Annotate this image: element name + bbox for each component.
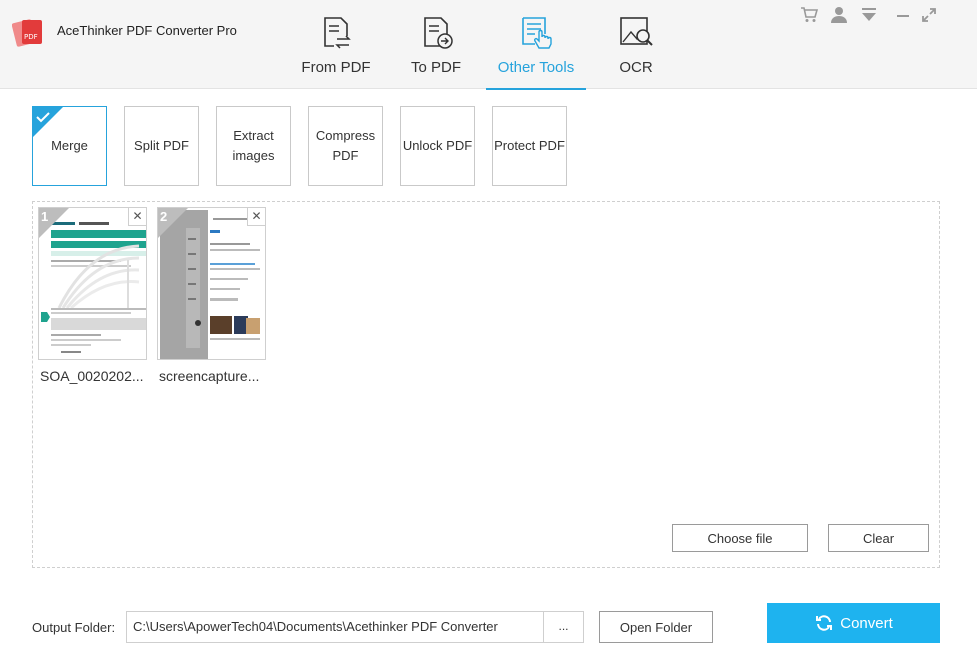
tool-unlock-pdf[interactable]: Unlock PDF [400, 106, 475, 186]
app-title: AceThinker PDF Converter Pro [57, 23, 237, 38]
tab-other-tools[interactable]: Other Tools [486, 0, 586, 90]
title-bar: PDF AceThinker PDF Converter Pro From PD… [0, 0, 977, 90]
tab-from-pdf[interactable]: From PDF [293, 0, 379, 89]
output-folder-label: Output Folder: [32, 620, 116, 635]
other-tools-icon [522, 17, 552, 49]
tool-compress-pdf[interactable]: Compress PDF [308, 106, 383, 186]
app-logo-icon: PDF [12, 19, 42, 47]
file-index: 2 [160, 209, 168, 224]
browse-folder-button[interactable]: ... [543, 611, 584, 643]
convert-button[interactable]: Convert [767, 603, 940, 643]
menu-dropdown-icon[interactable] [860, 6, 878, 24]
refresh-icon [816, 615, 833, 631]
selected-check-icon [33, 107, 63, 137]
open-folder-button[interactable]: Open Folder [599, 611, 713, 643]
tool-extract-images[interactable]: Extract images [216, 106, 291, 186]
file-name: SOA_0020202... [40, 368, 144, 384]
svg-text:PDF: PDF [24, 33, 38, 41]
tab-ocr[interactable]: OCR [600, 0, 672, 89]
file-name: screencapture... [159, 368, 260, 384]
output-folder-path-field[interactable]: C:\Users\ApowerTech04\Documents\Acethink… [126, 611, 544, 643]
user-icon[interactable] [830, 6, 848, 24]
choose-file-button[interactable]: Choose file [672, 524, 808, 552]
to-pdf-icon [424, 17, 453, 49]
tool-split-pdf[interactable]: Split PDF [124, 106, 199, 186]
tool-merge[interactable]: Merge [32, 106, 107, 186]
tool-protect-pdf[interactable]: Protect PDF [492, 106, 567, 186]
ocr-icon [620, 17, 653, 46]
tab-to-pdf[interactable]: To PDF [398, 0, 474, 89]
file-index: 1 [41, 209, 49, 224]
remove-file-button[interactable]: ✕ [247, 208, 265, 226]
convert-label: Convert [840, 614, 893, 632]
file-thumbnail-2[interactable]: 2 ✕ [157, 207, 266, 360]
minimize-icon[interactable] [894, 6, 912, 24]
remove-file-button[interactable]: ✕ [128, 208, 146, 226]
clear-button[interactable]: Clear [828, 524, 929, 552]
from-pdf-icon [324, 17, 352, 49]
file-thumbnail-1[interactable]: 1 ✕ [38, 207, 147, 360]
cart-icon[interactable] [800, 6, 818, 24]
maximize-icon[interactable] [920, 6, 938, 24]
